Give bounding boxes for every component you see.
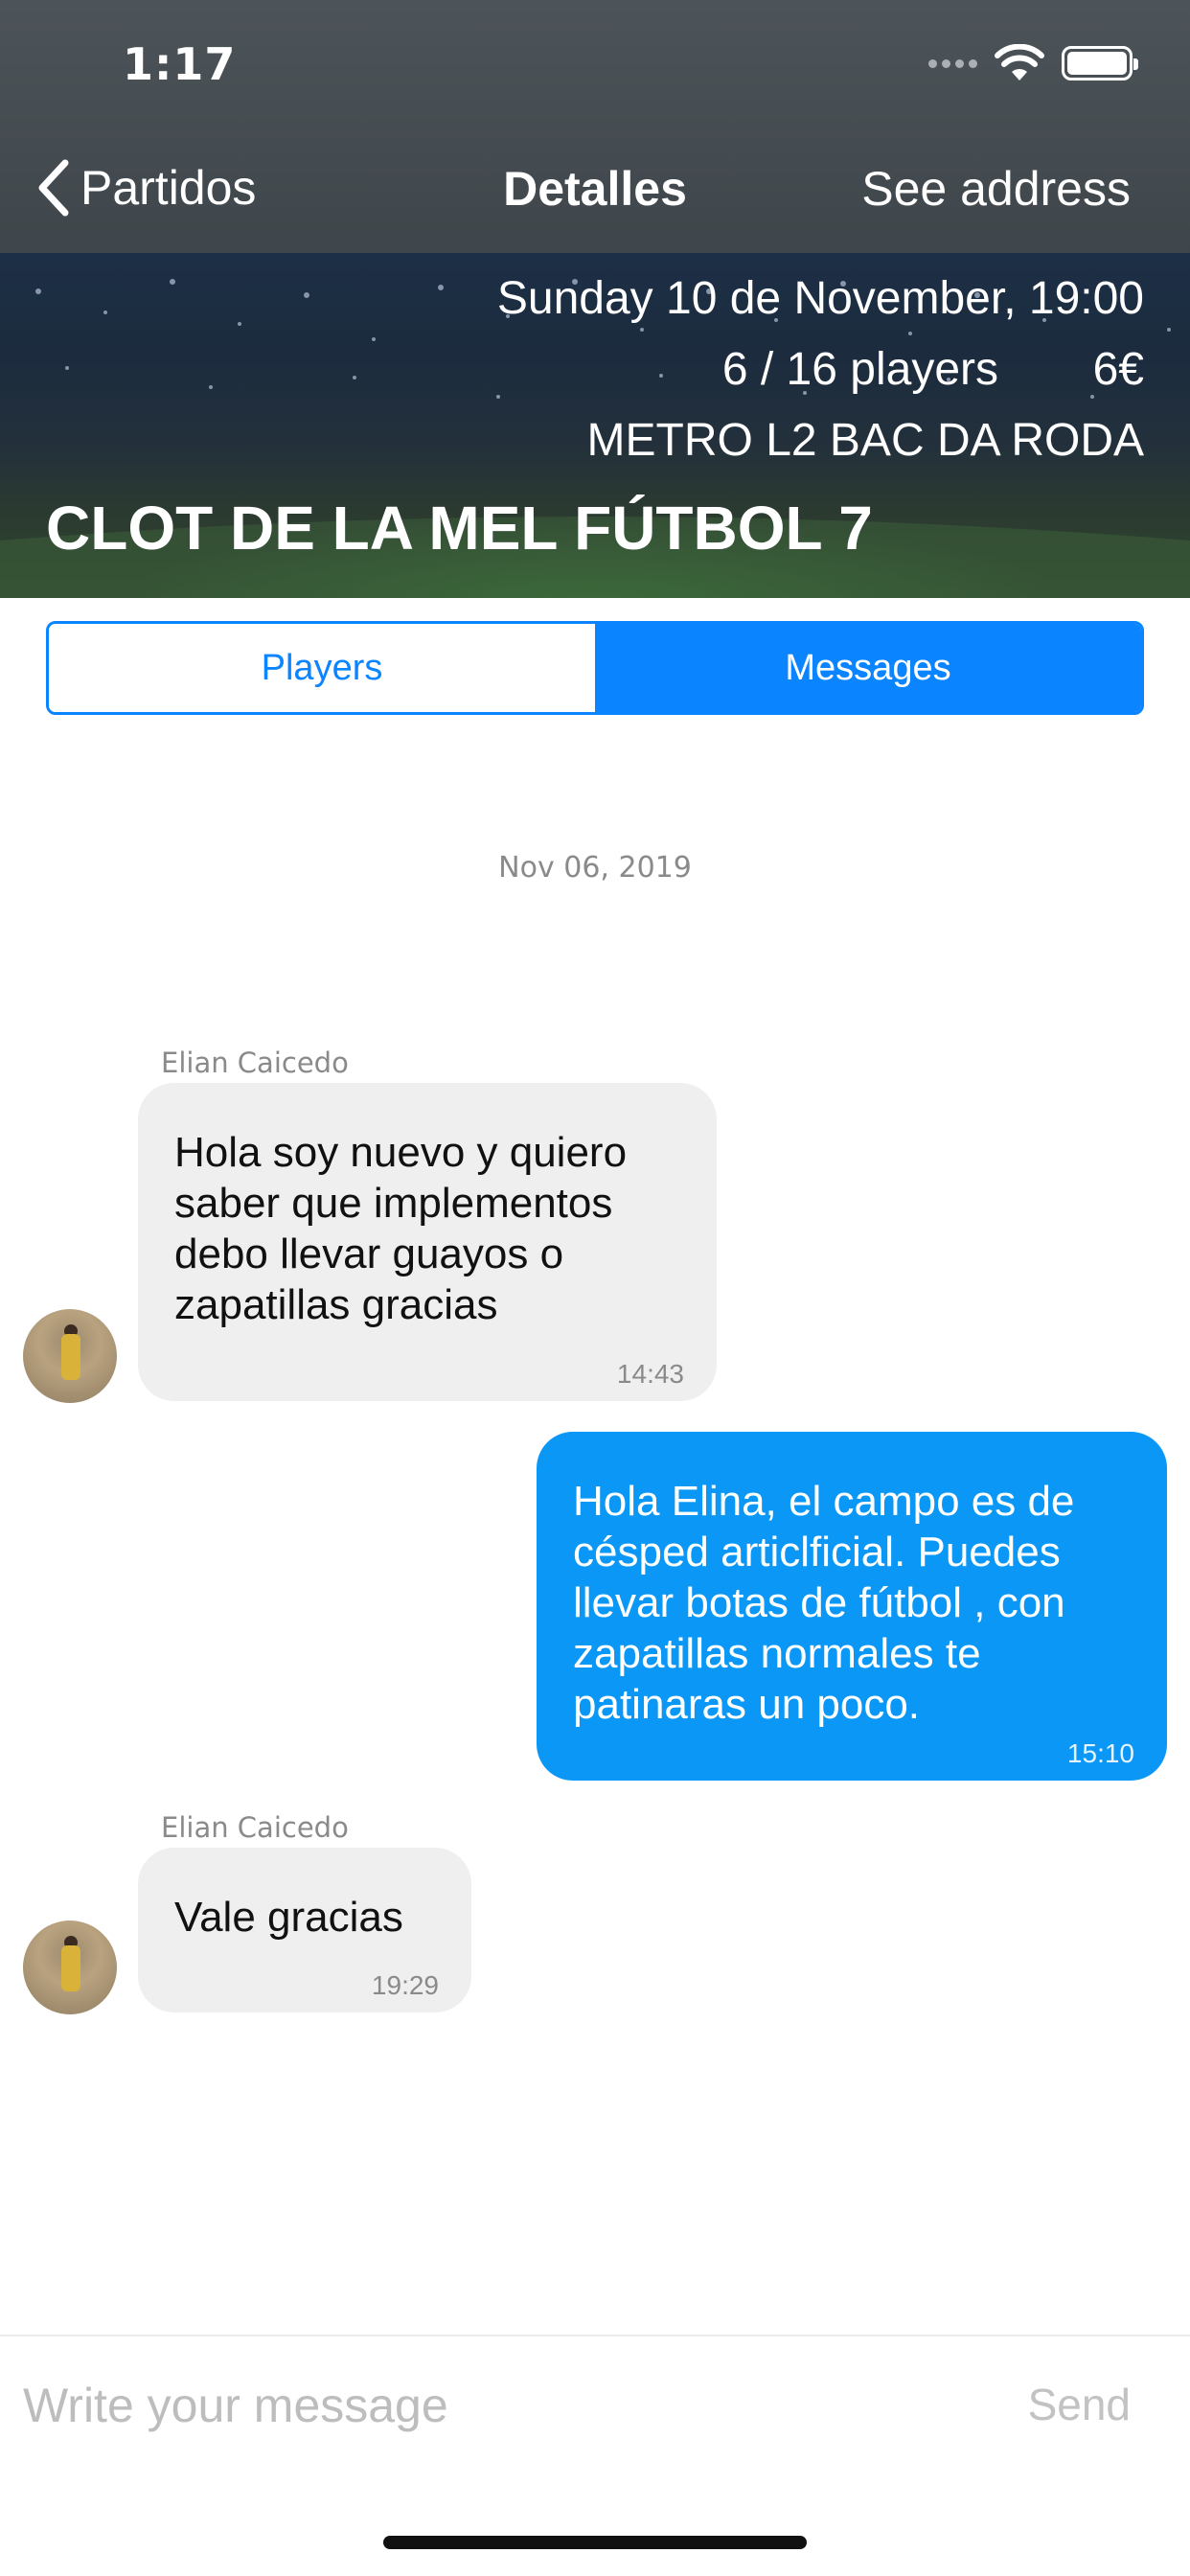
message-time: 14:43 <box>616 1359 684 1389</box>
message-time: 15:10 <box>1066 1738 1134 1768</box>
message-bubble-incoming[interactable]: Vale gracias 19:29 <box>138 1848 471 2012</box>
message-bubble-incoming[interactable]: Hola soy nuevo y quiero saber que implem… <box>138 1083 717 1401</box>
status-indicators <box>928 44 1138 82</box>
avatar[interactable] <box>23 1920 117 2014</box>
wifi-icon <box>995 44 1044 80</box>
message-bubble-outgoing[interactable]: Hola Elina, el campo es de césped articl… <box>537 1432 1167 1781</box>
cellular-signal-icon <box>928 58 977 68</box>
navigation-bar: Partidos Detalles See address <box>0 153 1190 226</box>
message-text: Hola soy nuevo y quiero saber que implem… <box>174 1129 628 1328</box>
player-count: 6 / 16 players <box>721 344 998 395</box>
see-address-button[interactable]: See address <box>861 161 1131 217</box>
top-bar: 1:17 Partidos Detalles See address <box>0 0 1190 253</box>
message-input[interactable] <box>23 2367 943 2444</box>
match-location: METRO L2 BAC DA RODA <box>586 415 1144 466</box>
tab-messages[interactable]: Messages <box>595 624 1141 712</box>
home-indicator <box>383 2536 807 2549</box>
match-price: 6€ <box>1092 344 1144 395</box>
tabs-segmented-control: Players Messages <box>46 621 1144 715</box>
avatar[interactable] <box>23 1309 117 1403</box>
send-button[interactable]: Send <box>1028 2379 1131 2430</box>
match-datetime: Sunday 10 de November, 19:00 <box>496 273 1144 324</box>
composer-divider <box>0 2334 1190 2336</box>
date-separator: Nov 06, 2019 <box>498 851 692 885</box>
message-text: Hola Elina, el campo es de césped articl… <box>573 1478 1075 1728</box>
tab-players[interactable]: Players <box>49 624 595 712</box>
status-time: 1:17 <box>123 38 237 90</box>
sender-name: Elian Caicedo <box>161 1811 349 1844</box>
match-title: CLOT DE LA MEL FÚTBOL 7 <box>46 494 873 563</box>
message-text: Vale gracias <box>174 1894 403 1941</box>
match-banner: Sunday 10 de November, 19:00 6 / 16 play… <box>0 253 1190 598</box>
message-time: 19:29 <box>371 1970 439 2000</box>
battery-icon <box>1062 46 1138 80</box>
sender-name: Elian Caicedo <box>161 1046 349 1079</box>
